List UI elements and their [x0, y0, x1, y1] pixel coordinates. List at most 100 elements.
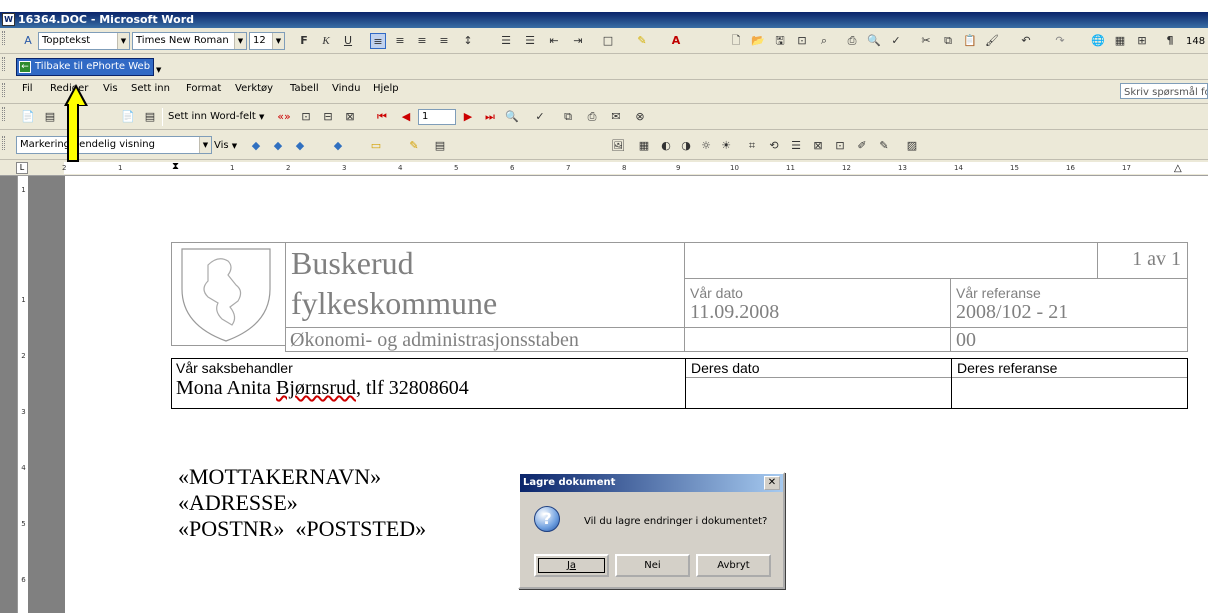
justify-icon[interactable]: ≡ — [436, 33, 452, 49]
insert-picture-icon[interactable]: 🖼 — [610, 138, 626, 154]
menu-window[interactable]: Vindu — [332, 82, 360, 96]
insert-address-block-icon[interactable]: 📄 — [120, 109, 136, 125]
spelling-icon[interactable]: ✓ — [888, 33, 904, 49]
font-select[interactable]: Times New Roman ▼ — [132, 32, 247, 50]
merge-to-email-icon[interactable]: ✉ — [608, 109, 624, 125]
format-picture-icon[interactable]: ✐ — [854, 138, 870, 154]
no-button[interactable]: Nei — [615, 554, 690, 577]
dialog-title-bar[interactable]: Lagre dokument ✕ — [520, 474, 783, 492]
bold-icon[interactable]: F — [296, 33, 312, 49]
align-left-icon[interactable]: ≡ — [370, 33, 386, 49]
tab-selector[interactable]: L — [16, 162, 28, 174]
main-document-setup-icon[interactable]: 📄 — [20, 109, 36, 125]
insert-greeting-icon[interactable]: ▤ — [142, 109, 158, 125]
menu-file[interactable]: Fil — [22, 82, 33, 96]
chevron-down-icon[interactable]: ▼ — [156, 66, 161, 74]
ask-question-box[interactable]: Skriv spørsmål for — [1120, 83, 1208, 99]
highlight-icon[interactable]: ✎ — [634, 33, 650, 49]
style-select[interactable]: Topptekst ▼ — [38, 32, 130, 50]
menu-tools[interactable]: Verktøy — [235, 82, 273, 96]
close-icon[interactable]: ✕ — [764, 476, 780, 490]
reset-picture-icon[interactable]: ▨ — [904, 138, 920, 154]
yes-button[interactable]: Ja — [534, 554, 609, 577]
show-hide-icon[interactable]: ¶ — [1162, 33, 1178, 49]
propagate-labels-icon[interactable]: ⊠ — [342, 109, 358, 125]
previous-change-icon[interactable]: ◆ — [248, 138, 264, 154]
menu-format[interactable]: Format — [186, 82, 221, 96]
rotate-icon[interactable]: ⟲ — [766, 138, 782, 154]
redo-icon[interactable]: ↷ — [1052, 33, 1068, 49]
increase-indent-icon[interactable]: ⇥ — [570, 33, 586, 49]
more-contrast-icon[interactable]: ◐ — [658, 138, 674, 154]
format-painter-icon[interactable]: 🖌 — [984, 33, 1000, 49]
match-fields-icon[interactable]: ⊟ — [320, 109, 336, 125]
decrease-indent-icon[interactable]: ⇤ — [546, 33, 562, 49]
indent-marker-icon[interactable]: ⧗ — [172, 162, 179, 172]
track-changes-icon[interactable]: ✎ — [406, 138, 422, 154]
cancel-button[interactable]: Avbryt — [696, 554, 771, 577]
font-color-icon[interactable]: A — [668, 33, 684, 49]
markup-view-select[interactable]: Markering i endelig visning ▼ — [16, 136, 212, 154]
more-brightness-icon[interactable]: ☼ — [698, 138, 714, 154]
new-document-icon[interactable]: 🗋 — [728, 33, 744, 49]
vertical-ruler[interactable]: 1 1 2 3 4 5 6 — [0, 176, 36, 613]
window-title-bar[interactable]: W 16364.DOC - Microsoft Word — [0, 12, 1208, 28]
numbering-icon[interactable]: ☰ — [498, 33, 514, 49]
bullets-icon[interactable]: ☰ — [522, 33, 538, 49]
underline-icon[interactable]: U — [340, 33, 356, 49]
font-size-select[interactable]: 12 ▼ — [249, 32, 285, 50]
reviewing-pane-icon[interactable]: ▤ — [432, 138, 448, 154]
print-icon[interactable]: ⎙ — [844, 33, 860, 49]
highlight-fields-icon[interactable]: ⊡ — [298, 109, 314, 125]
compress-icon[interactable]: ⊠ — [810, 138, 826, 154]
record-number-input[interactable]: 1 — [418, 109, 456, 125]
italic-icon[interactable]: K — [318, 33, 334, 49]
less-contrast-icon[interactable]: ◑ — [678, 138, 694, 154]
reject-change-icon[interactable]: ◆ — [330, 138, 346, 154]
color-icon[interactable]: ▦ — [636, 138, 652, 154]
less-brightness-icon[interactable]: ☀ — [718, 138, 734, 154]
zoom-value[interactable]: 148 — [1186, 36, 1205, 47]
permission-icon[interactable]: ⊡ — [794, 33, 810, 49]
view-merged-data-icon[interactable]: «» — [276, 109, 292, 125]
cut-icon[interactable]: ✂ — [918, 33, 934, 49]
insert-word-field-button[interactable]: Sett inn Word-felt ▼ — [168, 109, 264, 125]
set-transparent-icon[interactable]: ✎ — [876, 138, 892, 154]
open-folder-icon[interactable]: 📂 — [750, 33, 766, 49]
right-indent-marker-icon[interactable]: △ — [1174, 164, 1182, 174]
undo-icon[interactable]: ↶ — [1018, 33, 1034, 49]
last-record-icon[interactable]: ⏭ — [482, 109, 498, 125]
save-icon[interactable]: 🖫 — [772, 33, 788, 49]
insert-table-icon[interactable]: ⊞ — [1134, 33, 1150, 49]
check-errors-icon[interactable]: ✓ — [532, 109, 548, 125]
open-data-source-icon[interactable]: ▤ — [42, 109, 58, 125]
research-icon[interactable]: ⌕ — [816, 33, 832, 49]
accept-change-icon[interactable]: ◆ — [292, 138, 308, 154]
find-entry-icon[interactable]: 🔍 — [504, 109, 520, 125]
borders-icon[interactable]: □ — [600, 33, 616, 49]
horizontal-ruler[interactable]: L 2 1 1 2 3 4 5 6 7 8 9 10 11 12 13 14 1… — [0, 160, 1208, 176]
menu-view[interactable]: Vis — [103, 82, 118, 96]
previous-record-icon[interactable]: ◀ — [398, 109, 414, 125]
show-menu-button[interactable]: Vis ▼ — [214, 138, 237, 154]
crop-icon[interactable]: ⌗ — [744, 138, 760, 154]
back-to-ephorte-button[interactable]: ← Tilbake til ePhorte Web — [16, 58, 154, 76]
menu-insert[interactable]: Sett inn — [131, 82, 170, 96]
merge-to-document-icon[interactable]: ⧉ — [560, 109, 576, 125]
styles-pane-icon[interactable]: A — [20, 33, 36, 49]
menu-table[interactable]: Tabell — [290, 82, 319, 96]
insert-comment-icon[interactable]: ▭ — [368, 138, 384, 154]
merge-to-fax-icon[interactable]: ⊗ — [632, 109, 648, 125]
copy-icon[interactable]: ⧉ — [940, 33, 956, 49]
merge-to-printer-icon[interactable]: ⎙ — [584, 109, 600, 125]
line-spacing-icon[interactable]: ↕ — [460, 33, 476, 49]
print-preview-icon[interactable]: 🔍 — [866, 33, 882, 49]
first-record-icon[interactable]: ⏮ — [374, 109, 390, 125]
text-wrapping-icon[interactable]: ⊡ — [832, 138, 848, 154]
tables-icon[interactable]: ▦ — [1112, 33, 1128, 49]
next-record-icon[interactable]: ▶ — [460, 109, 476, 125]
align-center-icon[interactable]: ≡ — [392, 33, 408, 49]
menu-help[interactable]: Hjelp — [373, 82, 399, 96]
hyperlink-icon[interactable]: 🌐 — [1090, 33, 1106, 49]
paste-icon[interactable]: 📋 — [962, 33, 978, 49]
